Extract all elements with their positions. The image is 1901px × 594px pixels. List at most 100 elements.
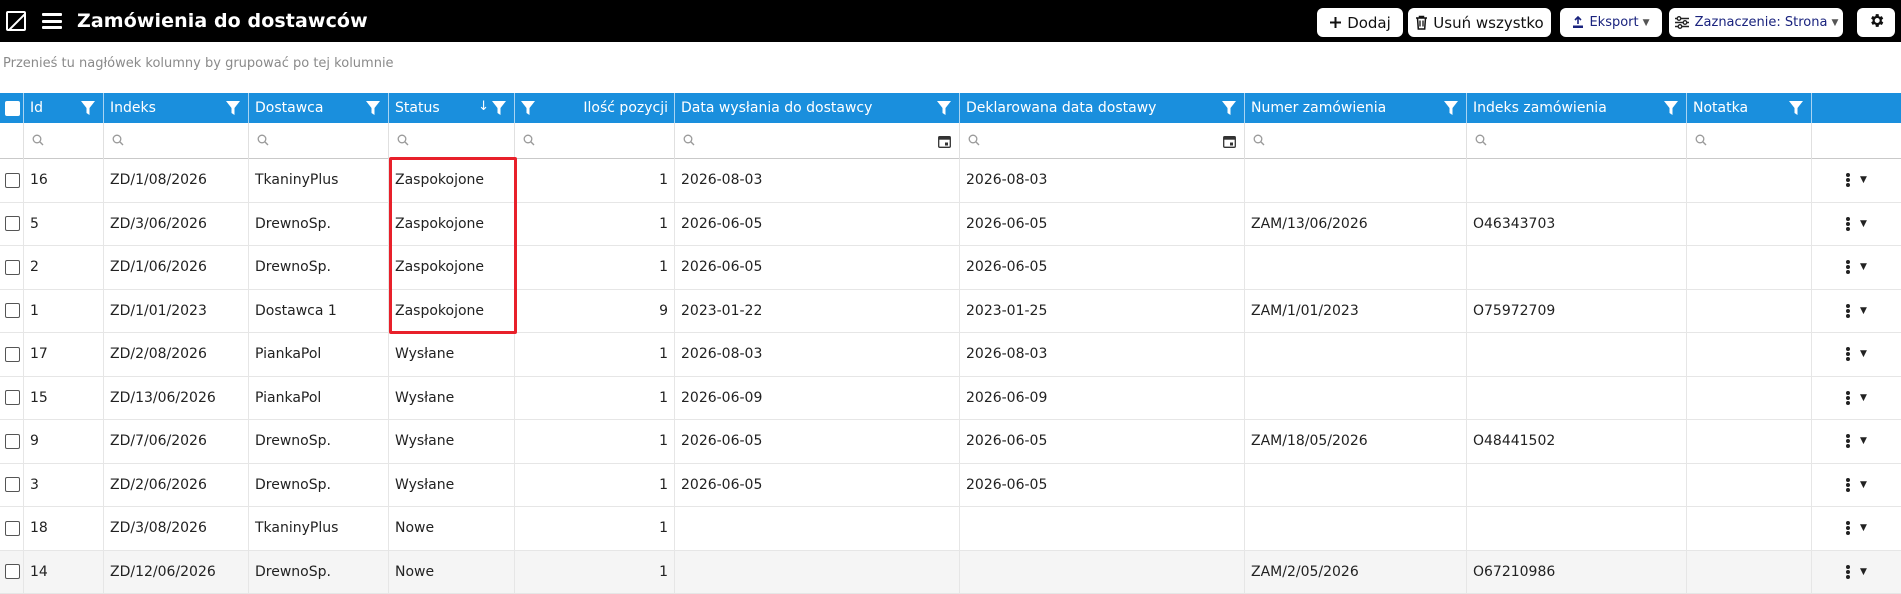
row-checkbox[interactable] xyxy=(5,303,20,318)
kebab-menu-icon xyxy=(1846,260,1850,274)
filter-supplier-input[interactable] xyxy=(249,123,389,159)
table-row[interactable]: 14ZD/12/06/2026DrewnoSp.Nowe1ZAM/2/05/20… xyxy=(0,551,1901,594)
table-row[interactable]: 5ZD/3/06/2026DrewnoSp.Zaspokojone12026-0… xyxy=(0,203,1901,247)
row-menu-button[interactable]: ▼ xyxy=(1818,391,1895,405)
row-select-cell xyxy=(0,507,24,550)
filter-status-input[interactable] xyxy=(389,123,515,159)
row-checkbox[interactable] xyxy=(5,390,20,405)
row-actions-cell: ▼ xyxy=(1812,507,1901,550)
settings-button[interactable] xyxy=(1857,8,1895,37)
filter-declared-date-input[interactable] xyxy=(960,123,1245,159)
funnel-icon[interactable] xyxy=(226,101,240,115)
row-menu-button[interactable]: ▼ xyxy=(1818,434,1895,448)
cell-status: Zaspokojone xyxy=(389,159,515,202)
funnel-icon[interactable] xyxy=(521,101,535,115)
column-header-id[interactable]: Id xyxy=(24,93,104,123)
column-header-index[interactable]: Indeks xyxy=(104,93,249,123)
cell-status: Nowe xyxy=(389,507,515,550)
sort-descending-icon[interactable]: ↓ xyxy=(478,99,489,114)
filter-note-input[interactable] xyxy=(1687,123,1812,159)
row-menu-button[interactable]: ▼ xyxy=(1818,260,1895,274)
row-menu-button[interactable]: ▼ xyxy=(1818,217,1895,231)
row-menu-button[interactable]: ▼ xyxy=(1818,347,1895,361)
column-header-status[interactable]: Status↓ xyxy=(389,93,515,123)
search-icon xyxy=(1253,134,1265,146)
row-checkbox[interactable] xyxy=(5,347,20,362)
filter-order-number-input[interactable] xyxy=(1245,123,1467,159)
selection-mode-button[interactable]: Zaznaczenie: Strona ▼ xyxy=(1669,8,1843,37)
cell-id: 5 xyxy=(24,203,104,246)
delete-all-button[interactable]: Usuń wszystko xyxy=(1408,8,1551,37)
hamburger-menu-icon[interactable] xyxy=(42,13,62,29)
table-row[interactable]: 18ZD/3/08/2026TkaninyPlusNowe1▼ xyxy=(0,507,1901,551)
column-header-sent-date[interactable]: Data wysłania do dostawcy xyxy=(675,93,960,123)
table-row[interactable]: 15ZD/13/06/2026PiankaPolWysłane12026-06-… xyxy=(0,377,1901,421)
table-row[interactable]: 16ZD/1/08/2026TkaninyPlusZaspokojone1202… xyxy=(0,159,1901,203)
cell-id: 16 xyxy=(24,159,104,202)
filter-sent-date-input[interactable] xyxy=(675,123,960,159)
trash-icon xyxy=(1415,15,1428,30)
app-logo-icon[interactable] xyxy=(6,11,26,31)
cell-item-count: 1 xyxy=(515,551,675,594)
export-button[interactable]: Eksport ▼ xyxy=(1560,8,1662,37)
row-menu-button[interactable]: ▼ xyxy=(1818,173,1895,187)
funnel-icon[interactable] xyxy=(366,101,380,115)
table-row[interactable]: 1ZD/1/01/2023Dostawca 1Zaspokojone92023-… xyxy=(0,290,1901,334)
row-checkbox[interactable] xyxy=(5,521,20,536)
column-header-note[interactable]: Notatka xyxy=(1687,93,1812,123)
kebab-menu-icon xyxy=(1846,521,1850,535)
table-row[interactable]: 2ZD/1/06/2026DrewnoSp.Zaspokojone12026-0… xyxy=(0,246,1901,290)
table-row[interactable]: 9ZD/7/06/2026DrewnoSp.Wysłane12026-06-05… xyxy=(0,420,1901,464)
select-all-checkbox[interactable] xyxy=(5,101,20,116)
column-header-declared-date[interactable]: Deklarowana data dostawy xyxy=(960,93,1245,123)
funnel-icon[interactable] xyxy=(492,101,506,115)
column-header-supplier[interactable]: Dostawca xyxy=(249,93,389,123)
kebab-menu-icon xyxy=(1846,173,1850,187)
cell-sent-date: 2026-06-09 xyxy=(675,377,960,420)
row-menu-button[interactable]: ▼ xyxy=(1818,304,1895,318)
row-checkbox[interactable] xyxy=(5,477,20,492)
funnel-icon[interactable] xyxy=(81,101,95,115)
cell-declared-date: 2026-06-05 xyxy=(960,246,1245,289)
cell-supplier: DrewnoSp. xyxy=(249,464,389,507)
filter-index-input[interactable] xyxy=(104,123,249,159)
group-by-hint[interactable]: Przenieś tu nagłówek kolumny by grupować… xyxy=(3,56,394,71)
row-menu-button[interactable]: ▼ xyxy=(1818,478,1895,492)
select-all-cell xyxy=(0,93,24,123)
cell-order-index xyxy=(1467,377,1687,420)
cell-note xyxy=(1687,203,1812,246)
filter-item-count-input[interactable] xyxy=(515,123,675,159)
calendar-icon[interactable] xyxy=(938,135,951,148)
cell-supplier: PiankaPol xyxy=(249,377,389,420)
cell-supplier: PiankaPol xyxy=(249,333,389,376)
row-checkbox[interactable] xyxy=(5,260,20,275)
row-checkbox[interactable] xyxy=(5,434,20,449)
cell-order-index xyxy=(1467,507,1687,550)
add-button[interactable]: Dodaj xyxy=(1317,8,1403,37)
cell-note xyxy=(1687,507,1812,550)
funnel-icon[interactable] xyxy=(1789,101,1803,115)
column-header-order-number[interactable]: Numer zamówienia xyxy=(1245,93,1467,123)
cell-status: Wysłane xyxy=(389,377,515,420)
table-row[interactable]: 3ZD/2/06/2026DrewnoSp.Wysłane12026-06-05… xyxy=(0,464,1901,508)
cell-item-count: 1 xyxy=(515,464,675,507)
table-row[interactable]: 17ZD/2/08/2026PiankaPolWysłane12026-08-0… xyxy=(0,333,1901,377)
funnel-icon[interactable] xyxy=(1222,101,1236,115)
cell-index: ZD/2/08/2026 xyxy=(104,333,249,376)
funnel-icon[interactable] xyxy=(1444,101,1458,115)
column-header-label: Data wysłania do dostawcy xyxy=(681,100,872,116)
funnel-icon[interactable] xyxy=(1664,101,1678,115)
filter-id-input[interactable] xyxy=(24,123,104,159)
row-checkbox[interactable] xyxy=(5,216,20,231)
row-checkbox[interactable] xyxy=(5,564,20,579)
row-menu-button[interactable]: ▼ xyxy=(1818,521,1895,535)
row-checkbox[interactable] xyxy=(5,173,20,188)
column-header-order-index[interactable]: Indeks zamówienia xyxy=(1467,93,1687,123)
filter-order-index-input[interactable] xyxy=(1467,123,1687,159)
column-header-item-count[interactable]: Ilość pozycji xyxy=(515,93,675,123)
funnel-icon[interactable] xyxy=(937,101,951,115)
row-menu-button[interactable]: ▼ xyxy=(1818,565,1895,579)
cell-order-number: ZAM/18/05/2026 xyxy=(1245,420,1467,463)
calendar-icon[interactable] xyxy=(1223,135,1236,148)
kebab-menu-icon xyxy=(1846,391,1850,405)
